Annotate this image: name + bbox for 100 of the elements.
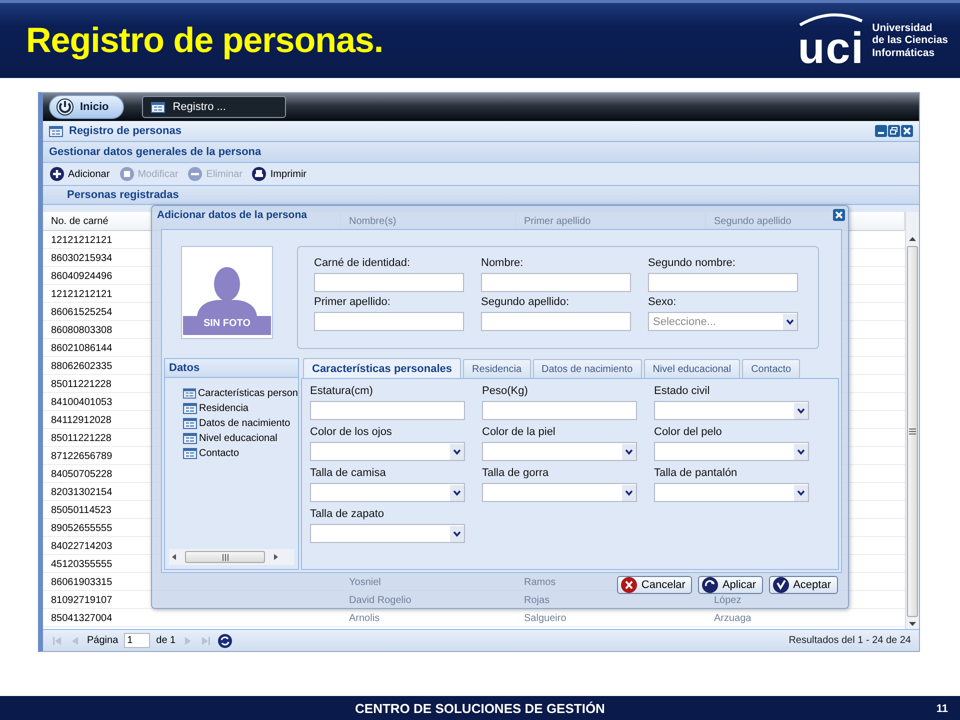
text-input[interactable] [482, 401, 637, 420]
table-cell: 81092719107 [51, 595, 112, 606]
logo-text: Universidad [872, 22, 934, 34]
table-cell: 85011221228 [51, 379, 112, 390]
table-cell: 86030215934 [51, 253, 112, 264]
table-cell: 45120355555 [51, 559, 112, 570]
scrollbar-thumb[interactable] [907, 246, 918, 617]
table-cell: 84022714203 [51, 541, 112, 552]
tree-item[interactable]: Datos de nacimiento [183, 416, 298, 431]
first-page-icon[interactable] [51, 634, 63, 646]
table-cell: 86080803308 [51, 325, 112, 336]
refresh-icon[interactable] [218, 634, 232, 648]
table-cell: 88062602335 [51, 361, 112, 372]
field-label: Color del pelo [654, 425, 723, 440]
task-button[interactable]: Registro ... [142, 96, 286, 118]
table-cell: López [714, 595, 742, 606]
field-label: Color de la piel [482, 425, 556, 440]
grip-icon [909, 428, 916, 435]
dropdown-field[interactable] [482, 483, 637, 502]
text-input[interactable] [481, 312, 631, 331]
table-cell: 85011221228 [51, 433, 112, 444]
form-icon [49, 126, 63, 136]
tab[interactable]: Nivel educacional [644, 359, 740, 378]
table-cell: 85041327004 [51, 613, 112, 624]
text-input[interactable] [648, 273, 798, 292]
table-cell: 87122656789 [51, 451, 112, 462]
table-cell: 82031302154 [51, 487, 112, 498]
table-cell: Ramos [524, 577, 556, 588]
dropdown-field[interactable] [482, 442, 637, 461]
last-page-icon[interactable] [200, 634, 212, 646]
dropdown-field[interactable] [310, 483, 465, 502]
field-label: Estatura(cm) [310, 384, 374, 399]
logo-wordmark: uci [798, 26, 864, 70]
field-label: Segundo nombre: [648, 256, 736, 271]
dialog-button[interactable]: Aceptar [769, 576, 838, 594]
form-icon [183, 433, 197, 444]
close-icon[interactable] [833, 209, 845, 221]
start-button[interactable]: Inicio [49, 95, 124, 119]
window-title: Registro de personas [69, 125, 182, 137]
tree-item[interactable]: Nivel educacional [183, 431, 298, 446]
x-icon [621, 577, 638, 593]
table-cell: 86021086144 [51, 343, 112, 354]
dropdown-field[interactable] [654, 442, 809, 461]
field-label: Nombre: [481, 256, 524, 271]
dropdown-field[interactable]: Seleccione... [648, 312, 798, 331]
tab[interactable]: Residencia [463, 359, 531, 378]
field-label: Talla de zapato [310, 507, 385, 522]
table-cell: 12121212121 [51, 235, 112, 246]
dropdown-field[interactable] [310, 442, 465, 461]
toolbar-button[interactable]: Imprimir [249, 167, 310, 181]
tab[interactable]: Contacto [742, 359, 800, 378]
scrollbar-thumb[interactable] [185, 551, 265, 563]
section-header: Gestionar datos generales de la persona [43, 142, 919, 163]
tree-item[interactable]: Contacto [183, 446, 298, 461]
tree-item[interactable]: Residencia [183, 401, 298, 416]
table-cell: 86061525254 [51, 307, 112, 318]
logo-text: de las Ciencias [872, 34, 948, 47]
table-cell: 85050114523 [51, 505, 112, 516]
field-label: Talla de gorra [482, 466, 550, 481]
text-input[interactable] [481, 273, 631, 292]
results-summary: Resultados del 1 - 24 de 24 [788, 635, 911, 646]
table-cell: 84112912028 [51, 415, 112, 426]
page-input[interactable]: 1 [124, 633, 150, 648]
footer-text: CENTRO DE SOLUCIONES DE GESTIÓN [355, 700, 605, 716]
toolbar-button[interactable]: Adicionar [47, 167, 113, 181]
panel-header: Personas registradas [43, 186, 919, 205]
minus-icon [188, 167, 202, 181]
field-label: Carné de identidad: [314, 256, 412, 271]
photo-caption: SIN FOTO [183, 316, 271, 335]
field-label: Color de los ojos [310, 425, 393, 440]
checkmark-icon [773, 577, 790, 593]
tab[interactable]: Características personales [303, 358, 462, 378]
restore-icon[interactable] [888, 125, 900, 137]
dropdown-field[interactable] [654, 483, 809, 502]
table-cell: 84100401053 [51, 397, 112, 408]
dropdown-field[interactable] [654, 401, 809, 420]
person-silhouette-icon [197, 264, 257, 316]
field-label: Talla de pantalón [654, 466, 738, 481]
field-label: Primer apellido: [314, 295, 392, 310]
text-input[interactable] [314, 312, 464, 331]
column-header[interactable]: No. de carné [51, 216, 108, 227]
table-cell: Arzuaga [714, 613, 752, 624]
minimize-icon[interactable] [875, 125, 887, 137]
dialog-button[interactable]: Aplicar [698, 576, 764, 594]
text-input[interactable] [310, 401, 465, 420]
power-icon [56, 98, 74, 116]
tree-item[interactable]: Características person [183, 386, 298, 401]
printer-icon [252, 167, 266, 181]
table-cell: 89052655555 [51, 523, 112, 534]
slide-title: Registro de personas. [26, 20, 384, 60]
tab[interactable]: Datos de nacimiento [532, 359, 642, 378]
close-icon[interactable] [901, 125, 913, 137]
dialog-button[interactable]: Cancelar [617, 576, 692, 594]
text-input[interactable] [314, 273, 464, 292]
table-cell: Rojas [524, 595, 550, 606]
table-cell: 86040924496 [51, 271, 112, 282]
add-icon [50, 167, 64, 181]
panel-header: Datos [165, 359, 298, 378]
form-icon [150, 102, 165, 112]
dropdown-field[interactable] [310, 524, 465, 543]
